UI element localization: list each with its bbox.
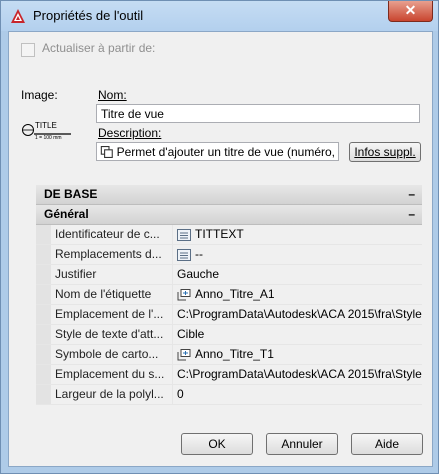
property-name: Justifier: [51, 265, 173, 284]
property-row[interactable]: Symbole de carto... Anno_Titre_T1: [36, 345, 422, 365]
description-field[interactable]: Permet d'ajouter un titre de vue (numéro…: [96, 142, 339, 161]
autocad-logo-icon: [11, 9, 25, 23]
property-value: C:\ProgramData\Autodesk\ACA 2015\fra\Sty…: [177, 307, 422, 321]
list-icon: [177, 228, 191, 241]
property-value: Anno_Titre_T1: [195, 347, 274, 361]
block-icon: [177, 348, 191, 360]
property-value: C:\ProgramData\Autodesk\ACA 2015\fra\Sty…: [177, 367, 422, 381]
property-name: Symbole de carto...: [51, 345, 173, 364]
description-text: Permet d'ajouter un titre de vue (numéro…: [116, 144, 335, 159]
category-general[interactable]: Général –: [36, 205, 422, 225]
property-value: TITTEXT: [195, 227, 244, 241]
image-preview[interactable]: TITLE 1 = 100 mm: [21, 121, 73, 146]
image-label: Image:: [21, 88, 58, 102]
property-name: Largeur de la polyl...: [51, 385, 173, 404]
update-from-checkbox[interactable]: [21, 43, 35, 57]
name-input[interactable]: Titre de vue: [96, 104, 420, 123]
property-value: Gauche: [177, 267, 220, 281]
description-label: Description:: [98, 126, 162, 140]
title-bar[interactable]: Propriétés de l'outil ✕: [1, 1, 438, 31]
property-value: Anno_Titre_A1: [195, 287, 275, 301]
tool-properties-dialog: Propriétés de l'outil ✕ Actualiser à par…: [0, 0, 439, 474]
ok-button[interactable]: OK: [181, 433, 253, 455]
more-info-label: Infos suppl.: [354, 145, 416, 159]
cancel-button[interactable]: Annuler: [266, 433, 338, 455]
property-value: Cible: [177, 327, 205, 341]
property-row[interactable]: Nom de l'étiquette Anno_Titre_A1: [36, 285, 422, 305]
category-de-base[interactable]: DE BASE –: [36, 185, 422, 205]
category-general-label: Général: [44, 207, 89, 221]
property-row[interactable]: Emplacement de l'... C:\ProgramData\Autod…: [36, 305, 422, 325]
copy-icon: [100, 145, 113, 158]
dialog-body: Actualiser à partir de: Image: TITLE 1 =…: [8, 31, 433, 467]
name-label: Nom:: [98, 88, 127, 102]
property-name: Emplacement de l'...: [51, 305, 173, 324]
property-name: Emplacement du s...: [51, 365, 173, 384]
property-value: --: [195, 247, 203, 261]
more-info-button[interactable]: Infos suppl.: [349, 142, 421, 162]
property-row[interactable]: Justifier Gauche: [36, 265, 422, 285]
property-name: Remplacements d...: [51, 245, 173, 264]
list-icon: [177, 248, 191, 261]
property-value: 0: [177, 387, 184, 401]
property-name: Nom de l'étiquette: [51, 285, 173, 304]
property-name: Identificateur de c...: [51, 225, 173, 244]
close-button[interactable]: ✕: [388, 1, 433, 22]
collapse-icon[interactable]: –: [408, 205, 415, 224]
properties-grid: DE BASE – Général – Identificateur de c.…: [36, 185, 422, 405]
update-from-label: Actualiser à partir de:: [42, 41, 156, 55]
property-row[interactable]: Identificateur de c... TITTEXT: [36, 225, 422, 245]
property-row[interactable]: Style de texte d'att... Cible: [36, 325, 422, 345]
property-row[interactable]: Remplacements d... --: [36, 245, 422, 265]
property-name: Style de texte d'att...: [51, 325, 173, 344]
collapse-icon[interactable]: –: [408, 185, 415, 204]
property-row[interactable]: Largeur de la polyl... 0: [36, 385, 422, 405]
property-row[interactable]: Emplacement du s... C:\ProgramData\Autode…: [36, 365, 422, 385]
help-button[interactable]: Aide: [351, 433, 423, 455]
preview-scale-text: 1 = 100 mm: [35, 135, 62, 141]
category-de-base-label: DE BASE: [44, 187, 98, 201]
window-title: Propriétés de l'outil: [33, 8, 144, 23]
preview-title-text: TITLE: [35, 121, 57, 130]
block-icon: [177, 288, 191, 300]
